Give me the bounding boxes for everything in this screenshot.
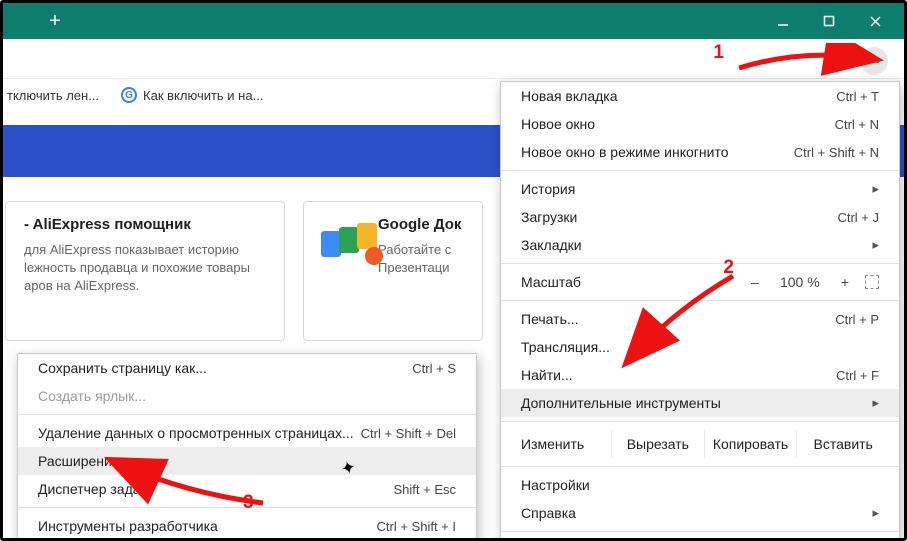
zoom-label: Масштаб [521,274,581,290]
menu-new-window[interactable]: Новое окноCtrl + N [501,110,899,138]
edit-label: Изменить [521,436,611,452]
zoom-out-button[interactable]: – [751,274,759,290]
new-tab-button[interactable]: + [39,7,71,35]
zoom-in-button[interactable]: + [841,274,849,290]
menu-bookmarks[interactable]: Закладки▸ [501,231,899,259]
submenu-create-shortcut: Создать ярлык... [18,382,476,410]
google-icon: G [121,87,137,103]
submenu-dev-tools[interactable]: Инструменты разработчикаCtrl + Shift + I [18,512,476,540]
chrome-main-menu: Новая вкладкаCtrl + T Новое окноCtrl + N… [500,81,900,541]
annotation-1: 1 [713,43,724,62]
zoom-percent: 100 % [775,274,825,290]
menu-print[interactable]: Печать...Ctrl + P [501,305,899,333]
bookmark-item[interactable]: G Как включить и на... [121,87,263,103]
submenu-extensions[interactable]: Расширения [18,447,476,475]
maximize-button[interactable] [806,3,852,39]
menu-cast[interactable]: Трансляция... [501,333,899,361]
chevron-right-icon: ▸ [872,505,879,521]
google-docs-icon [321,231,375,257]
menu-incognito[interactable]: Новое окно в режиме инкогнитоCtrl + Shif… [501,138,899,166]
browser-toolbar: ☆ [3,39,904,79]
menu-downloads[interactable]: ЗагрузкиCtrl + J [501,203,899,231]
bookmark-item[interactable]: тключить лен... [7,88,99,103]
menu-zoom: Масштаб – 100 % + [501,268,899,296]
bookmark-star-icon[interactable]: ☆ [832,49,848,70]
edit-cut-button[interactable]: Вырезать [611,430,704,458]
annotation-2: 2 [723,258,734,277]
chrome-menu-button[interactable] [860,47,888,75]
edit-paste-button[interactable]: Вставить [796,430,889,458]
menu-edit: Изменить Вырезать Копировать Вставить [501,426,899,462]
edit-copy-button[interactable]: Копировать [704,430,797,458]
annotation-3: 3 [243,493,254,512]
card-title: - AliExpress помощник [24,216,266,233]
menu-exit[interactable]: Выход [501,536,899,541]
window-controls [760,3,898,39]
title-bar: + [3,3,904,39]
chevron-right-icon: ▸ [872,237,879,253]
fullscreen-icon[interactable] [865,275,879,289]
menu-more-tools[interactable]: Дополнительные инструменты▸ [501,389,899,417]
menu-settings[interactable]: Настройки [501,471,899,499]
submenu-clear-data[interactable]: Удаление данных о просмотренных страница… [18,419,476,447]
extension-card-aliexpress[interactable]: - AliExpress помощник для AliExpress пок… [5,201,285,341]
chevron-right-icon: ▸ [872,395,879,411]
minimize-button[interactable] [760,3,806,39]
menu-new-tab[interactable]: Новая вкладкаCtrl + T [501,82,899,110]
card-title: Google Док [378,216,464,233]
bookmark-label: Как включить и на... [143,88,263,103]
close-button[interactable] [852,3,898,39]
submenu-save-as[interactable]: Сохранить страницу как...Ctrl + S [18,354,476,382]
chevron-right-icon: ▸ [872,181,879,197]
menu-help[interactable]: Справка▸ [501,499,899,527]
card-desc: для AliExpress показывает историю lежнос… [24,241,266,295]
card-desc: Работайте сПрезентаци [378,241,464,277]
menu-find[interactable]: Найти...Ctrl + F [501,361,899,389]
chrome-window: + ☆ тключить лен... G Как включить и на.… [0,0,907,541]
extension-card-google-docs[interactable]: Google Док Работайте сПрезентаци [303,201,483,341]
menu-history[interactable]: История▸ [501,175,899,203]
